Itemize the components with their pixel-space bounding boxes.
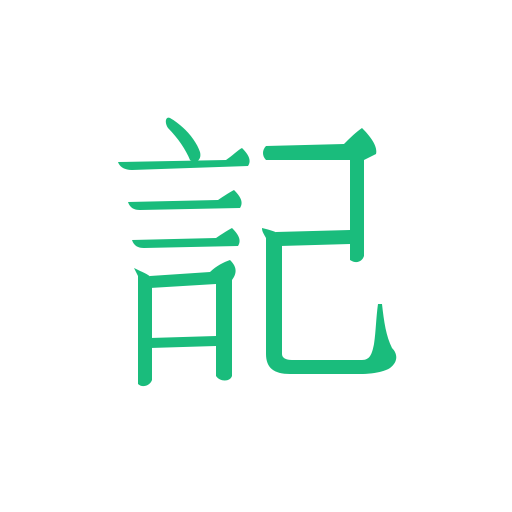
kanji-ki-glyph xyxy=(118,117,397,387)
kanji-logo-svg xyxy=(118,117,397,387)
radical-box-left xyxy=(134,268,152,387)
radical-dot xyxy=(165,117,201,162)
radical-stroke-3 xyxy=(132,228,240,248)
radical-stroke-2 xyxy=(128,190,242,210)
radical-stroke-1 xyxy=(118,148,250,170)
ji-stroke-middle xyxy=(275,230,350,246)
ji-stroke-sweep xyxy=(262,228,397,374)
app-icon-canvas xyxy=(0,0,512,512)
radical-box-bottom xyxy=(150,336,216,348)
radical-box-top-right xyxy=(150,260,236,381)
kanji-logo-icon xyxy=(0,0,512,512)
